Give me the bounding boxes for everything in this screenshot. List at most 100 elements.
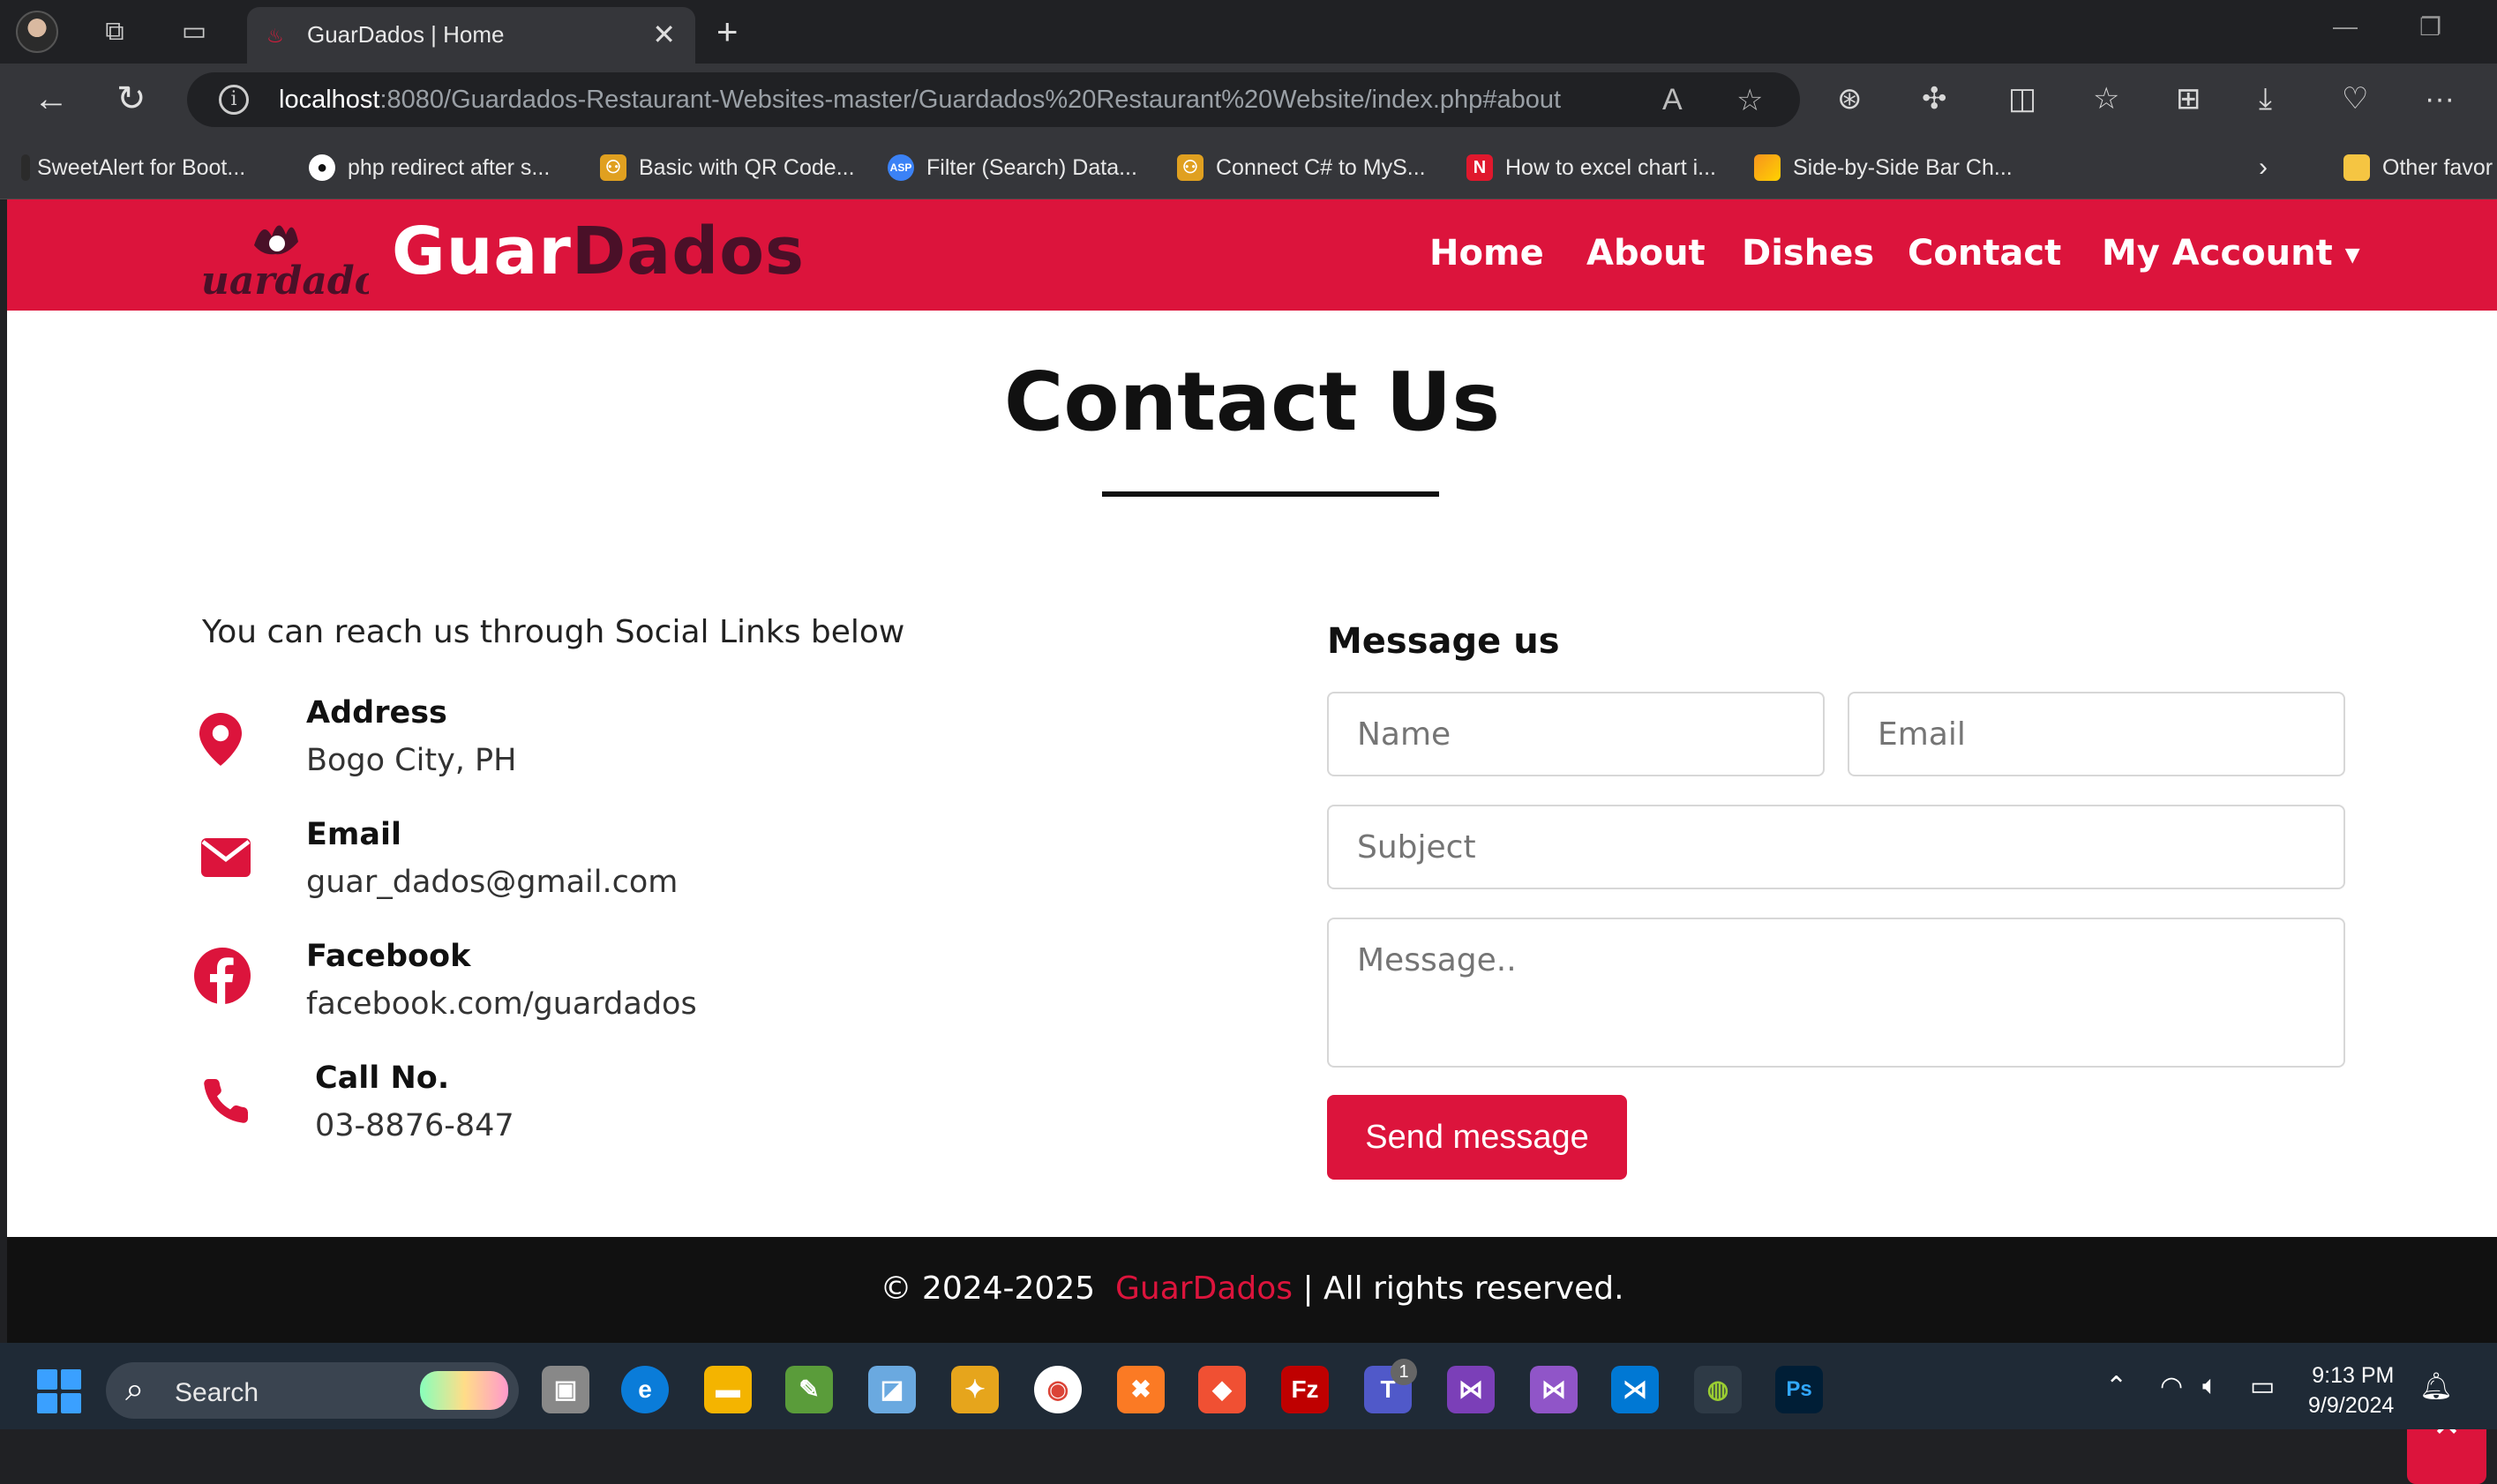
nav-my-account[interactable]: My Account ▼ [2102,233,2360,274]
tab-title: GuarDados | Home [307,21,505,48]
bookmark-item[interactable]: SweetAlert for Boot... [21,152,245,184]
xampp-icon[interactable]: ✖ [1117,1366,1165,1413]
site-favicon-icon: ♨ [266,25,284,47]
visual-studio-icon[interactable]: ⋈ [1447,1366,1495,1413]
address-label: Address [306,695,447,731]
restore-window-icon[interactable]: ❐ [2419,12,2441,41]
read-aloud-icon[interactable]: A [1662,83,1683,117]
chrome-icon[interactable]: ◉ [1034,1366,1082,1413]
facebook-icon [194,948,251,1004]
show-hidden-icons-chevron-icon[interactable]: ⌃ [2105,1371,2127,1402]
close-tab-icon[interactable]: ✕ [652,18,676,51]
folder-icon [2343,154,2370,181]
facebook-label: Facebook [306,939,471,974]
file-explorer-icon[interactable]: ▬ [704,1366,752,1413]
minimize-window-icon[interactable]: — [2333,12,2358,41]
downloads-icon[interactable]: ⤓ [2259,81,2272,116]
address-value: Bogo City, PH [306,743,517,778]
bookmark-item[interactable]: ⚇ Connect C# to MyS... [1177,152,1426,184]
bookmarks-bar: SweetAlert for Boot... ● php redirect aft… [0,136,2497,199]
site-header: Guardados GuarDados Home About Dishes Co… [7,199,2497,311]
qr-icon: ⚇ [600,154,626,181]
nav-dishes[interactable]: Dishes [1742,233,1874,274]
email-value[interactable]: guar_dados@gmail.com [306,865,678,900]
bookmark-item[interactable]: ASP Filter (Search) Data... [888,152,1137,184]
paint-app-icon[interactable]: ✦ [951,1366,999,1413]
teams-badge: 1 [1391,1359,1417,1385]
call-label: Call No. [315,1061,450,1096]
svg-text:Guardados: Guardados [201,259,369,302]
chart-icon [1754,154,1781,181]
vertical-tabs-icon[interactable]: ▭ [178,16,210,48]
excel-chart-icon: N [1466,154,1493,181]
profile-avatar[interactable] [16,11,58,53]
guardados-logo[interactable]: Guardados [201,210,369,302]
url-text: localhost:8080/Guardados-Restaurant-Webs… [279,86,1562,114]
photoshop-icon[interactable]: Ps [1775,1366,1823,1413]
bookmark-item[interactable]: ⚇ Basic with QR Code... [600,152,855,184]
search-highlight-image [420,1371,508,1410]
split-screen-icon[interactable]: ◫ [2008,81,2036,116]
web-page: Guardados GuarDados Home About Dishes Co… [7,199,2497,1484]
visual-studio-2-icon[interactable]: ⋈ [1530,1366,1578,1413]
taskbar-search-label: Search [175,1378,259,1407]
battery-icon[interactable]: ▭ [2250,1371,2275,1402]
section-title: Contact Us [1003,355,1501,449]
bookmark-item[interactable]: ● php redirect after s... [309,152,550,184]
message-field[interactable] [1327,918,2345,1068]
dbeaver-icon[interactable]: ◍ [1694,1366,1742,1413]
back-icon[interactable]: ← [34,79,69,118]
subject-field[interactable] [1327,805,2345,889]
windows-start-icon[interactable] [37,1369,81,1413]
clock-date: 9/9/2024 [2308,1393,2395,1418]
taskbar-search[interactable]: ⌕ Search [106,1362,519,1419]
taskbar-clock[interactable]: 9:13 PM 9/9/2024 [2308,1360,2394,1420]
workspaces-icon[interactable]: ⧉ [99,16,131,48]
browser-tab-strip: ⧉ ▭ ♨ GuarDados | Home ✕ + — ❐ [0,0,2497,64]
notification-bell-icon[interactable]: 🔔︎ [2419,1371,2453,1402]
envelope-icon [201,838,251,877]
copyright-text: © 2024-2025 GuarDados | All rights reser… [880,1270,1624,1307]
nav-home[interactable]: Home [1429,233,1544,274]
bookmark-item[interactable]: N How to excel chart i... [1466,152,1716,184]
notepad-plus-icon[interactable]: ✎ [785,1366,833,1413]
browser-essentials-icon[interactable]: ♡ [2342,81,2368,116]
clock-time: 9:13 PM [2312,1363,2395,1388]
vscode-icon[interactable]: ⋊ [1611,1366,1659,1413]
more-options-icon[interactable]: ··· [2425,81,2455,116]
new-tab-icon[interactable]: + [716,11,739,53]
footer-brand-link[interactable]: GuarDados [1115,1270,1293,1307]
favorite-star-icon[interactable]: ☆ [1736,83,1763,118]
extensions-icon[interactable]: ✣ [1922,81,1947,116]
site-footer: © 2024-2025 GuarDados | All rights reser… [7,1237,2497,1343]
tab-guardados-home[interactable]: ♨ GuarDados | Home ✕ [247,7,695,64]
site-info-icon[interactable]: i [219,85,249,115]
git-app-icon[interactable]: ◆ [1198,1366,1246,1413]
phone-icon [204,1078,249,1123]
email-field[interactable] [1848,692,2345,776]
refresh-icon[interactable]: ↻ [116,79,146,118]
edge-icon[interactable]: e [621,1366,669,1413]
collections-icon[interactable]: ⊞ [2176,81,2201,116]
url-field[interactable]: i localhost:8080/Guardados-Restaurant-We… [187,72,1800,127]
filezilla-icon[interactable]: Fz [1281,1366,1329,1413]
windows-taskbar: ⌕ Search ▣ e ▬ ✎ ◪ ✦ ◉ ✖ ◆ Fz T 1 ⋈ ⋈ ⋊ … [0,1343,2497,1429]
nav-about[interactable]: About [1586,233,1706,274]
copilot-icon[interactable]: ⊛ [1837,81,1863,116]
nav-contact[interactable]: Contact [1908,233,2061,274]
brand-name[interactable]: GuarDados [392,214,805,289]
bookmark-item[interactable]: Side-by-Side Bar Ch... [1754,152,2013,184]
codeproject-icon: ⚇ [1177,154,1204,181]
map-pin-icon [199,713,242,766]
task-view-icon[interactable]: ▣ [542,1366,589,1413]
facebook-value[interactable]: facebook.com/guardados [306,986,697,1022]
notes-app-icon[interactable]: ◪ [868,1366,916,1413]
wifi-icon[interactable]: ◠ [2160,1371,2183,1402]
volume-icon[interactable]: 🔈︎ [2202,1371,2218,1401]
send-message-button[interactable]: Send message [1327,1095,1627,1180]
favorites-icon[interactable]: ☆ [2093,81,2119,116]
bookmarks-overflow-chevron-icon[interactable]: › [2259,152,2268,184]
other-favorites-folder[interactable]: Other favor [2343,152,2493,184]
asp-icon: ASP [888,154,914,181]
name-field[interactable] [1327,692,1825,776]
